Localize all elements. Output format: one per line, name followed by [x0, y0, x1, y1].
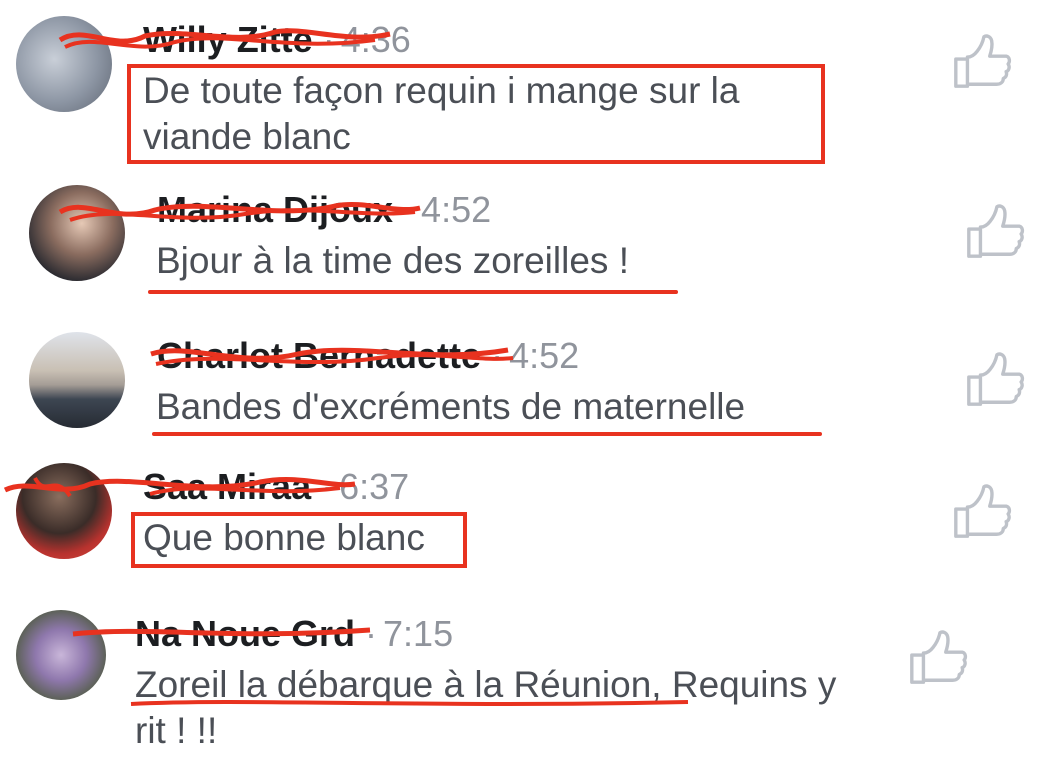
- highlight-underline: [148, 290, 678, 294]
- comment-time[interactable]: 4:52: [421, 189, 491, 230]
- thumbs-up-icon[interactable]: [906, 626, 968, 688]
- comment-item: Charlot Bernadette · 4:52 Bandes d'excréme…: [0, 320, 1045, 460]
- avatar[interactable]: [29, 332, 125, 428]
- comment-header: Willy Zitte · 4:36: [143, 20, 411, 60]
- comment-time[interactable]: 4:36: [341, 19, 411, 60]
- author-name[interactable]: Saa Miraa: [143, 466, 311, 507]
- comment-header: Saa Miraa · 6:37: [143, 467, 409, 507]
- separator: ·: [403, 189, 416, 230]
- comment-text: Bandes d'excréments de maternelle: [156, 386, 746, 427]
- thumbs-up-icon[interactable]: [963, 348, 1025, 410]
- avatar[interactable]: [16, 16, 112, 112]
- avatar[interactable]: [16, 610, 106, 700]
- avatar[interactable]: [29, 185, 125, 281]
- author-name[interactable]: Marina Dijoux: [157, 189, 393, 230]
- highlight-box: [131, 512, 467, 568]
- avatar[interactable]: [16, 463, 112, 559]
- comment-item: Willy Zitte · 4:36 De toute façon requin i…: [0, 0, 1045, 170]
- separator: ·: [321, 466, 334, 507]
- comment-time[interactable]: 4:52: [509, 335, 579, 376]
- comment-header: Na Noue Grd · 7:15: [135, 614, 453, 654]
- separator: ·: [322, 19, 335, 60]
- highlight-box: [127, 64, 825, 164]
- author-name[interactable]: Na Noue Grd: [135, 613, 355, 654]
- comment-item: Na Noue Grd · 7:15 Zoreil la débarque à la…: [0, 590, 1045, 775]
- underlined-text: Zoreil la débarque à la Réunion,: [135, 664, 662, 705]
- comment-header: Charlot Bernadette · 4:52: [157, 336, 579, 376]
- comment-time[interactable]: 6:37: [339, 466, 409, 507]
- comment-item: Marina Dijoux · 4:52 Bjour à la time des z…: [0, 170, 1045, 320]
- comment-text: Zoreil la débarque à la Réunion, Requins…: [135, 662, 855, 754]
- comment-text: Bjour à la time des zoreilles !: [156, 240, 629, 281]
- thumbs-up-icon[interactable]: [950, 480, 1012, 542]
- author-name[interactable]: Charlot Bernadette: [157, 335, 481, 376]
- comment-time[interactable]: 7:15: [383, 613, 453, 654]
- separator: ·: [365, 613, 378, 654]
- comment-header: Marina Dijoux · 4:52: [157, 190, 491, 230]
- separator: ·: [491, 335, 504, 376]
- thumbs-up-icon[interactable]: [950, 30, 1012, 92]
- highlight-underline: [152, 432, 822, 436]
- comment-item: Saa Miraa · 6:37 Que bonne blanc: [0, 460, 1045, 590]
- author-name[interactable]: Willy Zitte: [143, 19, 313, 60]
- thumbs-up-icon[interactable]: [963, 200, 1025, 262]
